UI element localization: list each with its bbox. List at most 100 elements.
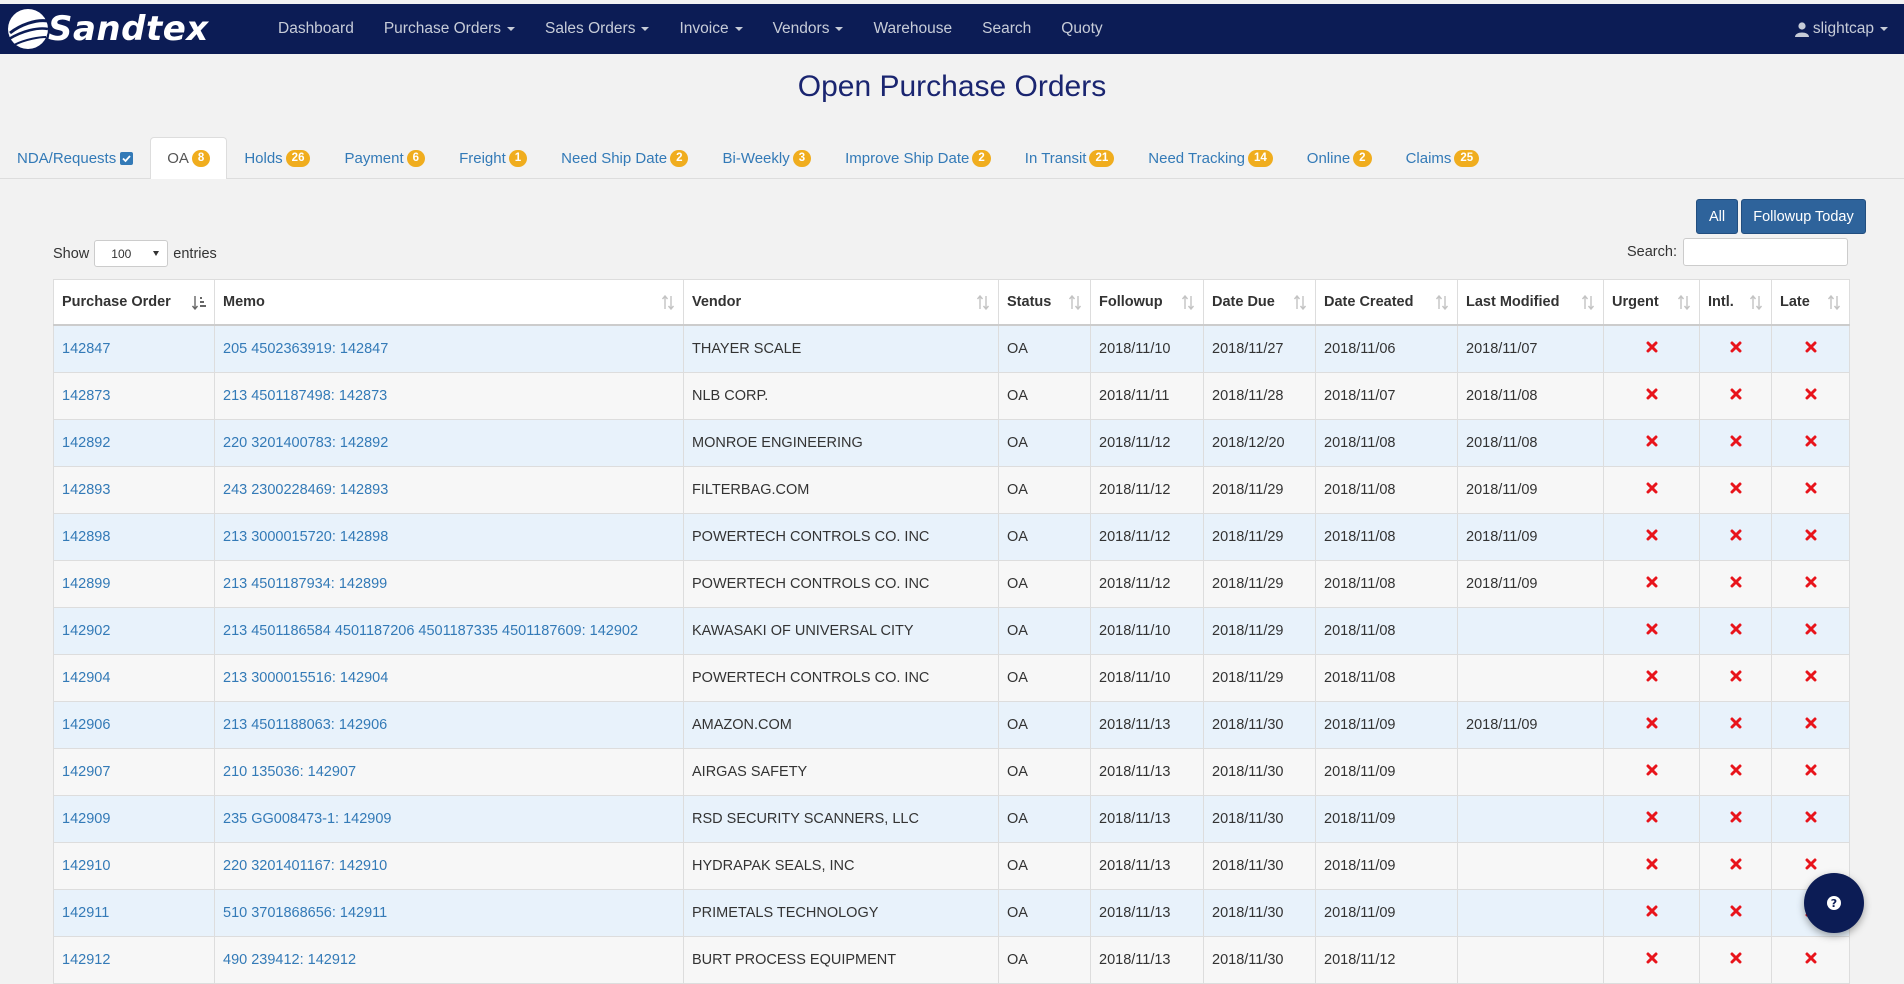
table-row[interactable]: 142906 213 4501188063: 142906 AMAZON.COM OA… (53, 701, 1850, 749)
tab-in-transit[interactable]: In Transit 21 (1008, 137, 1132, 178)
tab-need-tracking[interactable]: Need Tracking 14 (1131, 137, 1290, 178)
column-header-followup[interactable]: Followup (1090, 279, 1204, 326)
cell-date-due: 2018/11/29 (1203, 560, 1316, 608)
cell-purchase-order[interactable]: 142907 (53, 748, 215, 796)
cell-purchase-order[interactable]: 142911 (53, 889, 215, 937)
nav-item-purchase-orders[interactable]: Purchase Orders (369, 4, 530, 54)
cell-purchase-order[interactable]: 142898 (53, 513, 215, 561)
cell-purchase-order[interactable]: 142902 (53, 607, 215, 655)
tab-online[interactable]: Online 2 (1290, 137, 1389, 178)
column-header-urgent[interactable]: Urgent (1603, 279, 1700, 326)
cell-memo[interactable]: 220 3201401167: 142910 (214, 842, 684, 890)
cell-purchase-order[interactable]: 142912 (53, 936, 215, 984)
x-icon (1730, 952, 1741, 964)
cell-vendor: NLB CORP. (683, 372, 999, 420)
cell-purchase-order[interactable]: 142899 (53, 560, 215, 608)
column-header-date-created[interactable]: Date Created (1315, 279, 1458, 326)
x-icon (1646, 670, 1657, 682)
column-header-vendor[interactable]: Vendor (683, 279, 999, 326)
cell-memo[interactable]: 213 4501187498: 142873 (214, 372, 684, 420)
cell-followup: 2018/11/10 (1090, 324, 1204, 373)
tab-nda-requests[interactable]: NDA/Requests (0, 137, 150, 178)
brand-logo[interactable]: Sandtex (6, 7, 246, 51)
tab-freight[interactable]: Freight 1 (442, 137, 544, 178)
cell-intl (1699, 324, 1772, 373)
nav-item-quoty[interactable]: Quoty (1046, 4, 1117, 54)
help-button[interactable]: ? (1804, 873, 1864, 933)
x-icon (1646, 529, 1657, 541)
cell-intl (1699, 701, 1772, 749)
cell-memo[interactable]: 243 2300228469: 142893 (214, 466, 684, 514)
tab-payment[interactable]: Payment 6 (327, 137, 442, 178)
cell-memo[interactable]: 213 4501188063: 142906 (214, 701, 684, 749)
cell-memo[interactable]: 490 239412: 142912 (214, 936, 684, 984)
tab-bi-weekly[interactable]: Bi-Weekly 3 (705, 137, 828, 178)
cell-memo[interactable]: 235 GG008473-1: 142909 (214, 795, 684, 843)
cell-memo[interactable]: 210 135036: 142907 (214, 748, 684, 796)
cell-memo[interactable]: 213 4501187934: 142899 (214, 560, 684, 608)
cell-purchase-order[interactable]: 142873 (53, 372, 215, 420)
x-icon (1805, 811, 1816, 823)
nav-item-vendors[interactable]: Vendors (758, 4, 859, 54)
nav-item-warehouse[interactable]: Warehouse (858, 4, 967, 54)
table-row[interactable]: 142902 213 4501186584 4501187206 45011873… (53, 607, 1850, 655)
table-row[interactable]: 142873 213 4501187498: 142873 NLB CORP. OA 2… (53, 372, 1850, 420)
tab-holds[interactable]: Holds 26 (227, 137, 327, 178)
tab-claims[interactable]: Claims 25 (1389, 137, 1497, 178)
cell-memo[interactable]: 213 3000015516: 142904 (214, 654, 684, 702)
nav-item-dashboard[interactable]: Dashboard (263, 4, 369, 54)
table-row[interactable]: 142911 510 3701868656: 142911 PRIMETALS TE… (53, 889, 1850, 937)
cell-purchase-order[interactable]: 142904 (53, 654, 215, 702)
cell-memo[interactable]: 510 3701868656: 142911 (214, 889, 684, 937)
column-header-purchase-order[interactable]: Purchase Order (53, 279, 215, 326)
cell-last-modified: 2018/11/09 (1457, 513, 1604, 561)
cell-date-created: 2018/11/09 (1315, 795, 1458, 843)
cell-purchase-order[interactable]: 142910 (53, 842, 215, 890)
column-header-memo[interactable]: Memo (214, 279, 684, 326)
nav-item-label: Search (982, 20, 1032, 37)
table-row[interactable]: 142904 213 3000015516: 142904 POWERTECH CO… (53, 654, 1850, 702)
cell-memo[interactable]: 213 4501186584 4501187206 4501187335 450… (214, 607, 684, 655)
x-icon (1805, 341, 1816, 353)
followup-today-button[interactable]: Followup Today (1741, 199, 1866, 234)
cell-memo[interactable]: 220 3201400783: 142892 (214, 419, 684, 467)
cell-urgent (1603, 466, 1700, 514)
cell-vendor: POWERTECH CONTROLS CO. INC (683, 560, 999, 608)
entries-select[interactable]: 100 (94, 240, 169, 267)
x-icon (1805, 623, 1816, 635)
tab-oa[interactable]: OA 8 (150, 137, 228, 179)
all-button[interactable]: All (1696, 199, 1738, 234)
cell-memo[interactable]: 205 4502363919: 142847 (214, 324, 684, 373)
tab-improve-ship-date[interactable]: Improve Ship Date 2 (828, 137, 1008, 178)
table-row[interactable]: 142910 220 3201401167: 142910 HYDRAPAK SEA… (53, 842, 1850, 890)
table-row[interactable]: 142892 220 3201400783: 142892 MONROE ENGIN… (53, 419, 1850, 467)
nav-item-search[interactable]: Search (967, 4, 1046, 54)
column-header-late[interactable]: Late (1771, 279, 1850, 326)
nav-item-sales-orders[interactable]: Sales Orders (530, 4, 664, 54)
cell-purchase-order[interactable]: 142847 (53, 324, 215, 373)
table-row[interactable]: 142893 243 2300228469: 142893 FILTERBAG.CO… (53, 466, 1850, 514)
table-row[interactable]: 142912 490 239412: 142912 BURT PROCESS EQU… (53, 936, 1850, 984)
cell-memo[interactable]: 213 3000015720: 142898 (214, 513, 684, 561)
cell-date-due: 2018/11/27 (1203, 324, 1316, 373)
user-menu[interactable]: slightcap (1794, 4, 1888, 54)
table-row[interactable]: 142907 210 135036: 142907 AIRGAS SAFETY OA 2… (53, 748, 1850, 796)
nav-item-invoice[interactable]: Invoice (664, 4, 757, 54)
cell-date-created: 2018/11/08 (1315, 513, 1458, 561)
table-row[interactable]: 142909 235 GG008473-1: 142909 RSD SECURITY… (53, 795, 1850, 843)
column-header-intl[interactable]: Intl. (1699, 279, 1772, 326)
tab-need-ship-date[interactable]: Need Ship Date 2 (544, 137, 705, 178)
cell-purchase-order[interactable]: 142906 (53, 701, 215, 749)
column-header-last-modified[interactable]: Last Modified (1457, 279, 1604, 326)
cell-purchase-order[interactable]: 142892 (53, 419, 215, 467)
cell-purchase-order[interactable]: 142909 (53, 795, 215, 843)
purchase-orders-table-wrapper: Purchase Order Memo Vendor Status Followup Da… (53, 279, 1850, 984)
cell-purchase-order[interactable]: 142893 (53, 466, 215, 514)
table-row[interactable]: 142847 205 4502363919: 142847 THAYER SCALE… (53, 324, 1850, 373)
column-header-status[interactable]: Status (998, 279, 1091, 326)
table-row[interactable]: 142898 213 3000015720: 142898 POWERTECH CO… (53, 513, 1850, 561)
table-row[interactable]: 142899 213 4501187934: 142899 POWERTECH CO… (53, 560, 1850, 608)
search-input[interactable] (1682, 238, 1848, 266)
column-header-date-due[interactable]: Date Due (1203, 279, 1316, 326)
cell-intl (1699, 654, 1772, 702)
